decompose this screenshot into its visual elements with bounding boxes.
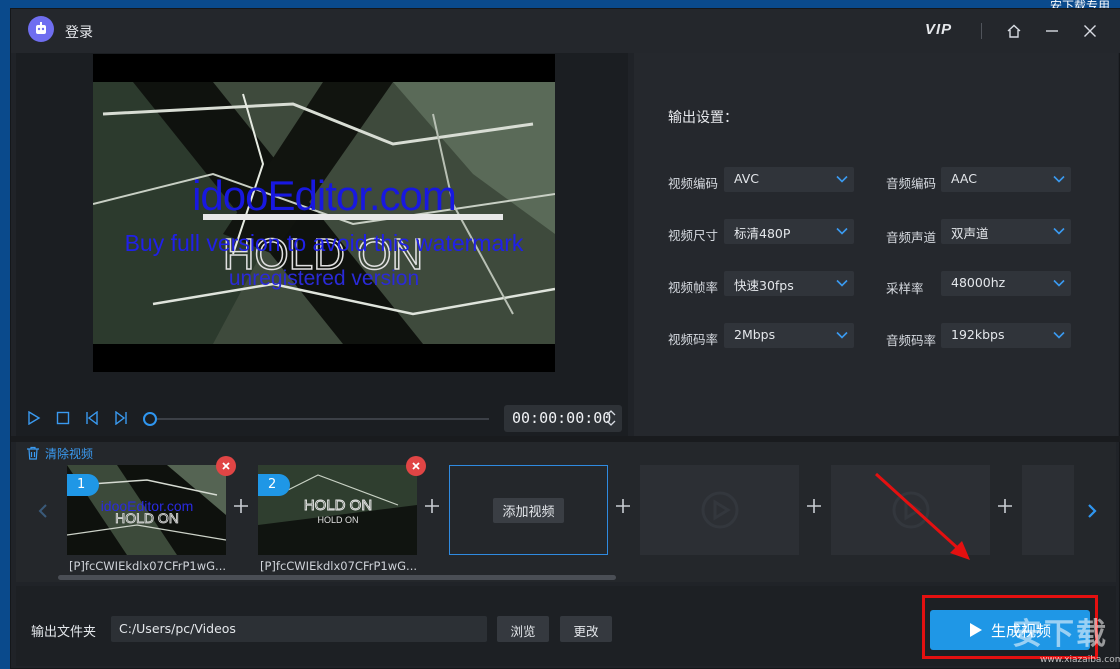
audio-codec-select[interactable]: AAC [941, 167, 1071, 192]
clip-strip: 清除视频 idooEditor.com HOLD ON 1 [P]fcCWIEk… [16, 442, 1116, 582]
plus-icon [805, 497, 823, 515]
video-fps-label: 视频帧率 [668, 280, 719, 295]
time-input[interactable]: 00:00:00:00 [504, 405, 622, 432]
audio-channel-label: 音频声道 [886, 230, 937, 245]
audio-bitrate-select[interactable]: 192kbps [941, 323, 1071, 348]
output-footer: 输出文件夹 C:/Users/pc/Videos 浏览 更改 生成视频 [16, 586, 1116, 666]
output-settings-panel: 输出设置： 视频编码 AVC 音频编码 AAC 视频尺寸 标清480P 音频声道… [634, 53, 1118, 436]
audio-codec-value: AAC [951, 171, 977, 186]
video-codec-select[interactable]: AVC [724, 167, 854, 192]
title-bar: 登录 VIP [11, 9, 1120, 53]
audio-bitrate-value: 192kbps [951, 327, 1005, 342]
audio-bitrate-label: 音频码率 [886, 333, 937, 348]
clear-videos-label: 清除视频 [45, 446, 94, 461]
clip-name-2: [P]fcCWIEkdlx07CFrP1wG... [260, 559, 418, 573]
video-bitrate-value: 2Mbps [734, 327, 776, 342]
empty-clip-slot [1022, 465, 1074, 555]
seek-handle[interactable] [143, 412, 157, 426]
audio-channel-value: 双声道 [951, 226, 989, 241]
video-codec-label: 视频编码 [668, 176, 719, 191]
video-bitrate-label: 视频码率 [668, 332, 719, 347]
svg-text:HOLD ON: HOLD ON [115, 510, 179, 526]
add-video-slot[interactable]: 添加视频 [449, 465, 608, 555]
change-button[interactable]: 更改 [560, 616, 612, 642]
browse-button[interactable]: 浏览 [497, 616, 549, 642]
play-placeholder-icon [701, 491, 738, 529]
home-icon[interactable] [1003, 20, 1025, 42]
empty-clip-slot [831, 465, 990, 555]
sample-rate-value: 48000hz [951, 275, 1006, 290]
empty-clip-slot [640, 465, 799, 555]
stop-icon[interactable] [53, 408, 73, 428]
audio-codec-label: 音频编码 [886, 176, 937, 191]
plus-icon [996, 497, 1014, 515]
scroll-right-icon[interactable] [1084, 500, 1100, 522]
play-icon [969, 623, 982, 637]
video-fps-value: 快速30fps [734, 278, 794, 293]
add-video-button[interactable]: 添加视频 [493, 497, 564, 523]
output-folder-input[interactable]: C:/Users/pc/Videos [111, 616, 487, 642]
vip-button[interactable]: VIP [925, 21, 952, 38]
scroll-left-icon[interactable] [35, 500, 51, 522]
clip-number-badge: 1 [67, 474, 99, 496]
chevron-down-icon [836, 175, 848, 183]
clip-item-1[interactable]: idooEditor.com HOLD ON 1 [67, 465, 226, 555]
video-preview[interactable]: HOLD ON idooEditor.com Buy full version … [93, 54, 555, 372]
close-icon[interactable] [1079, 20, 1101, 42]
chevron-down-icon [1053, 175, 1065, 183]
video-bitrate-select[interactable]: 2Mbps [724, 323, 854, 348]
watermark-unregistered: unregistered version [228, 267, 420, 290]
clip-number-badge: 2 [258, 474, 290, 496]
chevron-down-icon [836, 279, 848, 287]
login-link[interactable]: 登录 [65, 22, 93, 42]
svg-text:HOLD ON: HOLD ON [317, 515, 358, 525]
video-fps-select[interactable]: 快速30fps [724, 271, 854, 296]
chevron-down-icon [836, 227, 848, 235]
plus-icon [423, 497, 441, 515]
time-value: 00:00:00:00 [512, 409, 612, 427]
minimize-icon[interactable] [1041, 20, 1063, 42]
chevron-down-icon [836, 331, 848, 339]
clip-strip-scrollbar[interactable] [58, 575, 616, 580]
app-window: 登录 VIP HOLD ON idooEditor.com Buy full v… [10, 8, 1120, 669]
video-size-label: 视频尺寸 [668, 228, 719, 243]
output-folder-label: 输出文件夹 [31, 625, 97, 640]
site-watermark: 安下载 [1012, 617, 1108, 652]
clip-item-2[interactable]: HOLD ON HOLD ON 2 [258, 465, 417, 555]
app-logo-icon [28, 16, 54, 42]
remove-clip-2-icon[interactable] [406, 456, 426, 476]
svg-text:HOLD ON: HOLD ON [304, 497, 372, 514]
play-placeholder-icon [892, 491, 929, 529]
video-codec-value: AVC [734, 171, 760, 186]
titlebar-divider [981, 23, 982, 39]
preview-panel: HOLD ON idooEditor.com Buy full version … [16, 53, 628, 436]
time-spinner-icon[interactable] [606, 408, 616, 428]
previous-frame-icon[interactable] [82, 408, 102, 428]
video-size-value: 标清480P [734, 226, 791, 241]
plus-icon [232, 497, 250, 515]
plus-icon [614, 497, 632, 515]
chevron-down-icon [1053, 227, 1065, 235]
site-watermark-url: www.xiazaiba.com [1040, 655, 1120, 665]
playback-controls: 00:00:00:00 [16, 402, 628, 436]
chevron-down-icon [1053, 331, 1065, 339]
watermark-notice: Buy full version to avoid this watermark [124, 230, 524, 256]
video-size-select[interactable]: 标清480P [724, 219, 854, 244]
watermark-title: idooEditor.com [192, 172, 457, 219]
seek-bar[interactable] [151, 418, 489, 420]
chevron-down-icon [1053, 279, 1065, 287]
next-frame-icon[interactable] [111, 408, 131, 428]
trash-icon [27, 446, 39, 460]
audio-channel-select[interactable]: 双声道 [941, 219, 1071, 244]
play-icon[interactable] [24, 408, 44, 428]
sample-rate-select[interactable]: 48000hz [941, 271, 1071, 296]
clip-name-1: [P]fcCWIEkdlx07CFrP1wG... [69, 559, 227, 573]
remove-clip-1-icon[interactable] [216, 456, 236, 476]
sample-rate-label: 采样率 [886, 281, 924, 296]
settings-title: 输出设置： [668, 110, 738, 126]
clear-videos-button[interactable]: 清除视频 [26, 444, 93, 462]
